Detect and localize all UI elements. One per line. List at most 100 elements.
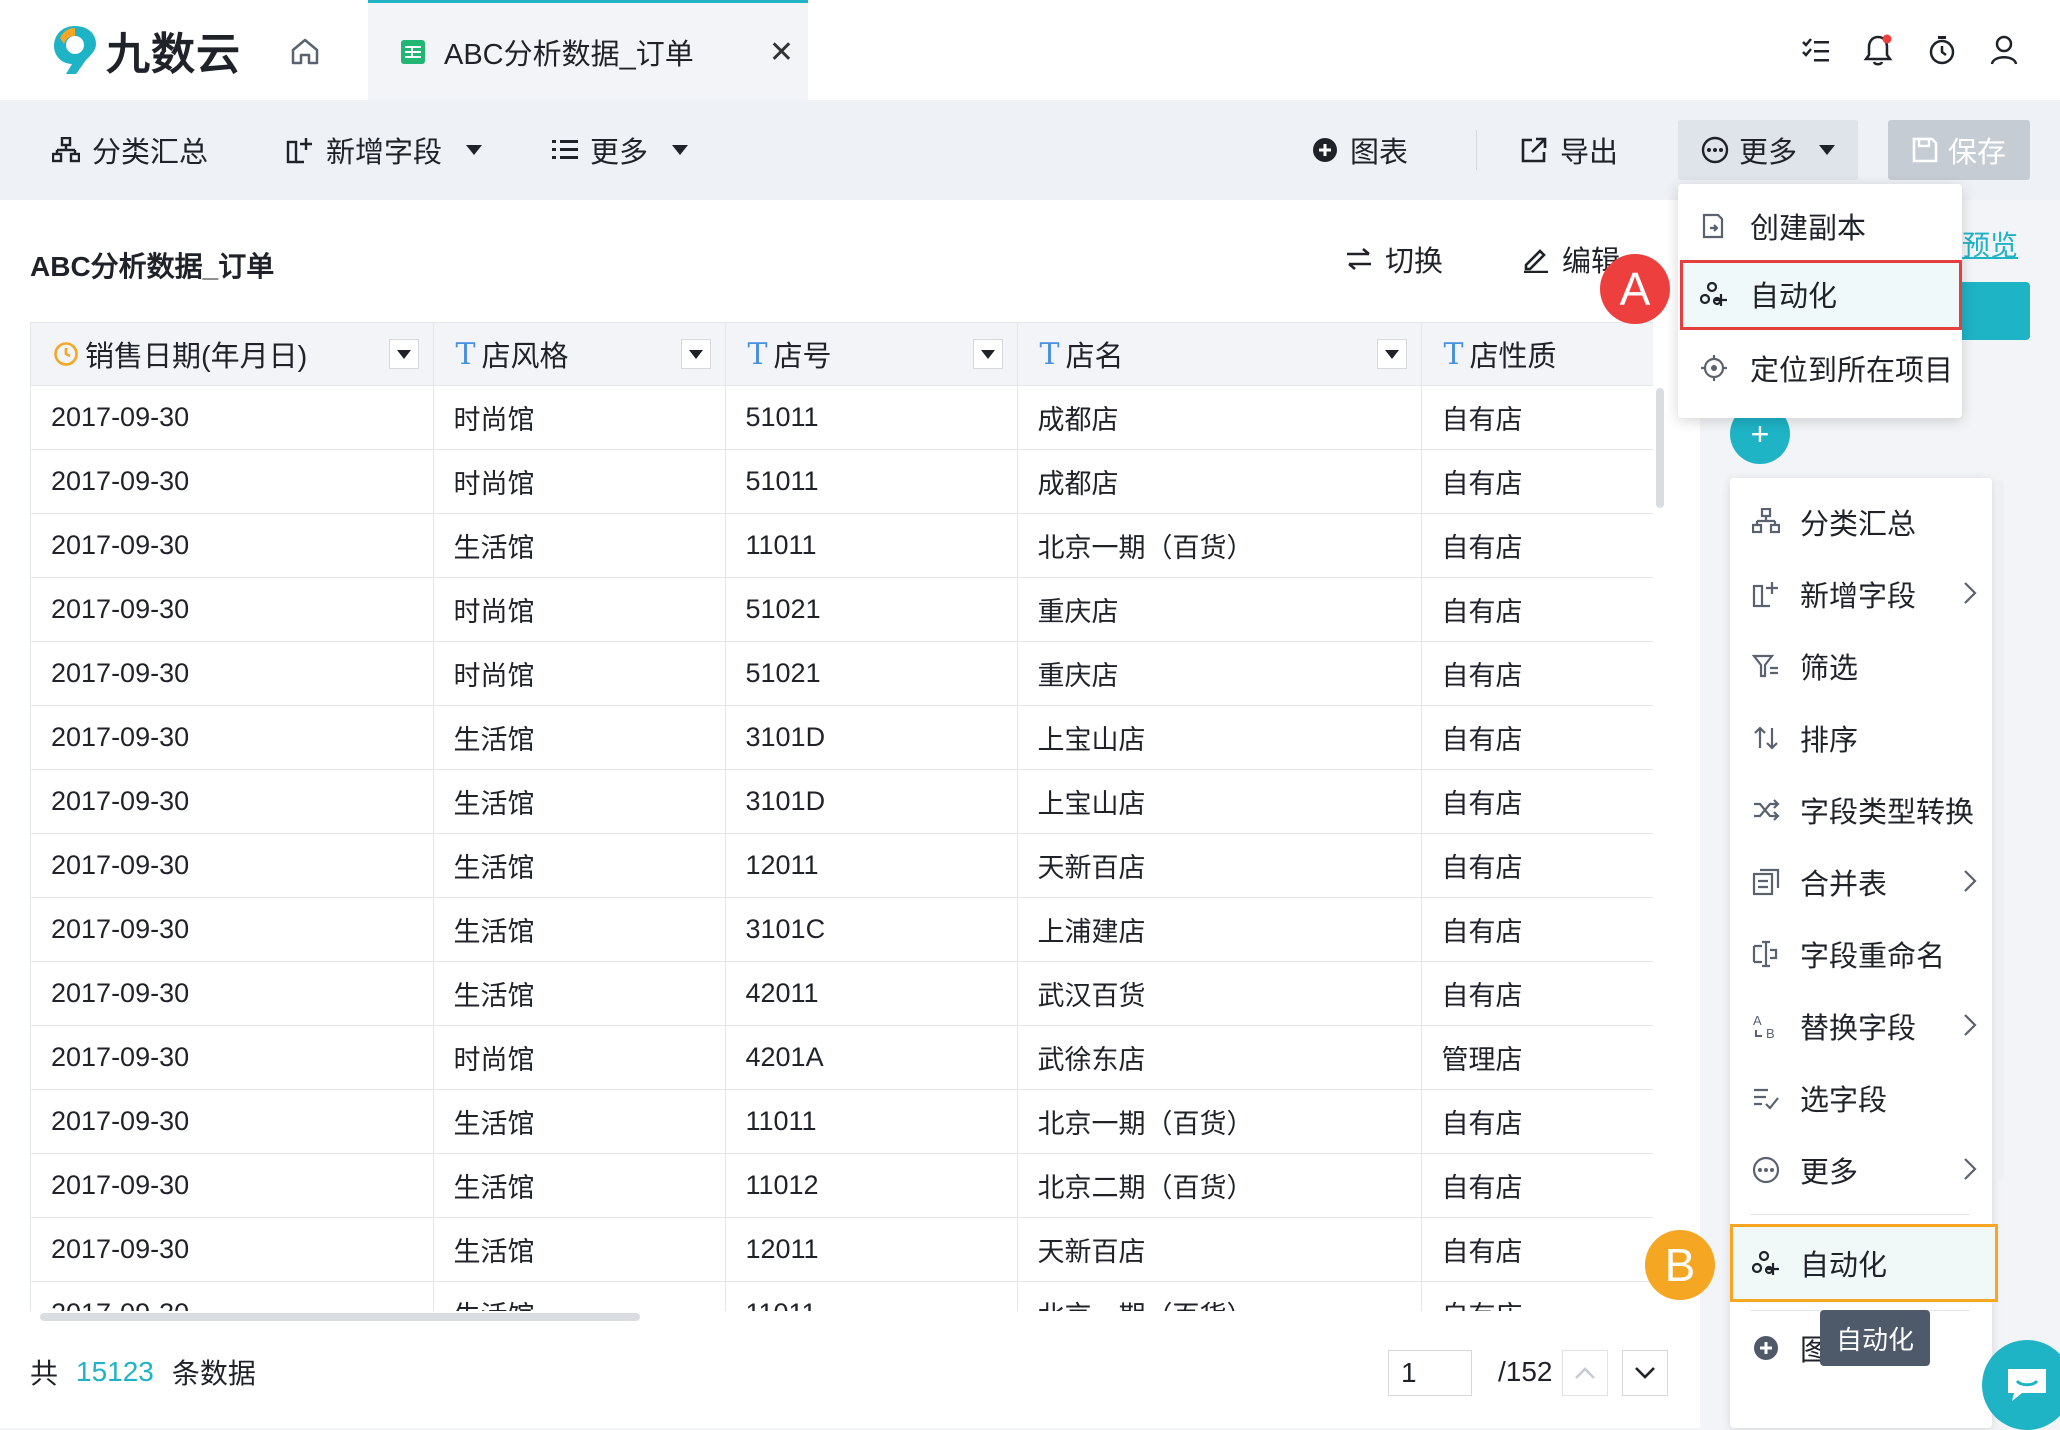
table-cell[interactable]: 自有店 — [1421, 897, 1653, 962]
table-cell[interactable]: 2017-09-30 — [31, 1153, 434, 1218]
table-cell[interactable]: 北京一期（百货） — [1017, 1281, 1422, 1311]
table-cell[interactable]: 武徐东店 — [1017, 1025, 1422, 1090]
table-row[interactable]: 2017-09-30 生活馆 42011 武汉百货 自有店 — [31, 961, 1653, 1026]
table-cell[interactable]: 时尚馆 — [433, 449, 726, 514]
menu-item-automation[interactable]: 自动化 — [1700, 262, 1837, 326]
preview-link[interactable]: 预览 — [1962, 224, 2018, 264]
table-cell[interactable]: 11012 — [725, 1153, 1018, 1218]
more-menu-left[interactable]: 更多 — [552, 100, 689, 200]
table-cell[interactable]: 11011 — [725, 513, 1018, 578]
side-item-select-field[interactable]: 选字段 — [1752, 1068, 1982, 1128]
side-item-more[interactable]: 更多 — [1752, 1140, 1982, 1200]
table-cell[interactable]: 2017-09-30 — [31, 1025, 434, 1090]
bell-icon[interactable] — [1858, 30, 1898, 70]
group-summary-button[interactable]: 分类汇总 — [52, 100, 208, 200]
table-cell[interactable]: 生活馆 — [433, 1217, 726, 1282]
menu-item-locate-project[interactable]: 定位到所在项目 — [1700, 336, 1953, 400]
table-cell[interactable]: 管理店 — [1421, 1025, 1653, 1090]
chart-button[interactable]: 图表 — [1312, 100, 1408, 200]
table-cell[interactable]: 2017-09-30 — [31, 449, 434, 514]
column-header-store-type[interactable]: T 店性质 — [1421, 323, 1653, 386]
export-button[interactable]: 导出 — [1520, 100, 1618, 200]
table-cell[interactable]: 51011 — [725, 385, 1018, 450]
page-next-button[interactable] — [1622, 1350, 1668, 1396]
table-cell[interactable]: 51021 — [725, 577, 1018, 642]
column-header-store-name[interactable]: T 店名 — [1017, 323, 1422, 386]
column-header-store-style[interactable]: T 店风格 — [433, 323, 726, 386]
table-cell[interactable]: 自有店 — [1421, 1281, 1653, 1311]
table-row[interactable]: 2017-09-30 时尚馆 4201A 武徐东店 管理店 — [31, 1025, 1653, 1090]
user-icon[interactable] — [1984, 30, 2024, 70]
tab-document[interactable]: ABC分析数据_订单 ✕ — [368, 0, 808, 100]
table-cell[interactable]: 11011 — [725, 1089, 1018, 1154]
side-item-merge-table[interactable]: 合并表 — [1752, 852, 1982, 912]
table-cell[interactable]: 2017-09-30 — [31, 1089, 434, 1154]
add-field-button[interactable]: 新增字段 — [286, 100, 483, 200]
page-number-input[interactable]: 1 — [1388, 1350, 1472, 1396]
table-cell[interactable]: 3101D — [725, 769, 1018, 834]
table-cell[interactable]: 成都店 — [1017, 385, 1422, 450]
table-cell[interactable]: 2017-09-30 — [31, 577, 434, 642]
table-cell[interactable]: 自有店 — [1421, 641, 1653, 706]
table-cell[interactable]: 自有店 — [1421, 961, 1653, 1026]
table-cell[interactable]: 天新百店 — [1017, 1217, 1422, 1282]
side-item-rename[interactable]: 字段重命名 — [1752, 924, 1982, 984]
side-item-add-field[interactable]: 新增字段 — [1752, 564, 1982, 624]
table-cell[interactable]: 2017-09-30 — [31, 385, 434, 450]
table-cell[interactable]: 时尚馆 — [433, 1025, 726, 1090]
table-row[interactable]: 2017-09-30 时尚馆 51021 重庆店 自有店 — [31, 577, 1653, 642]
side-item-filter[interactable]: 筛选 — [1752, 636, 1982, 696]
table-cell[interactable]: 重庆店 — [1017, 577, 1422, 642]
table-row[interactable]: 2017-09-30 生活馆 3101C 上浦建店 自有店 — [31, 897, 1653, 962]
table-cell[interactable]: 3101C — [725, 897, 1018, 962]
table-row[interactable]: 2017-09-30 生活馆 12011 天新百店 自有店 — [31, 1217, 1653, 1282]
table-cell[interactable]: 生活馆 — [433, 833, 726, 898]
table-cell[interactable]: 2017-09-30 — [31, 705, 434, 770]
side-item-automation[interactable]: 自动化 — [1752, 1233, 1982, 1293]
column-dropdown-button[interactable] — [972, 339, 1003, 369]
table-cell[interactable]: 51021 — [725, 641, 1018, 706]
table-cell[interactable]: 2017-09-30 — [31, 769, 434, 834]
side-menu-scrollbar[interactable] — [1996, 480, 2004, 1180]
side-item-sort[interactable]: 排序 — [1752, 708, 1982, 768]
table-cell[interactable]: 12011 — [725, 1217, 1018, 1282]
table-cell[interactable]: 2017-09-30 — [31, 1217, 434, 1282]
table-cell[interactable]: 自有店 — [1421, 769, 1653, 834]
table-cell[interactable]: 生活馆 — [433, 513, 726, 578]
table-cell[interactable]: 自有店 — [1421, 577, 1653, 642]
table-cell[interactable]: 42011 — [725, 961, 1018, 1026]
table-row[interactable]: 2017-09-30生活馆11011北京一期（百货）自有店 — [31, 1281, 1653, 1311]
table-cell[interactable]: 生活馆 — [433, 961, 726, 1026]
table-cell[interactable]: 上宝山店 — [1017, 769, 1422, 834]
table-cell[interactable]: 51011 — [725, 449, 1018, 514]
table-cell[interactable]: 2017-09-30 — [31, 897, 434, 962]
table-row[interactable]: 2017-09-30 生活馆 11012 北京二期（百货） 自有店 — [31, 1153, 1653, 1218]
table-cell[interactable]: 自有店 — [1421, 1217, 1653, 1282]
save-button[interactable]: 保存 — [1888, 120, 2030, 180]
table-cell[interactable]: 3101D — [725, 705, 1018, 770]
table-row[interactable]: 2017-09-30生活馆11011北京一期（百货）自有店 — [31, 1089, 1653, 1154]
table-cell[interactable]: 2017-09-30 — [31, 641, 434, 706]
column-dropdown-button[interactable] — [680, 339, 711, 369]
table-cell[interactable]: 时尚馆 — [433, 385, 726, 450]
table-cell[interactable]: 上宝山店 — [1017, 705, 1422, 770]
menu-item-create-copy[interactable]: 创建副本 — [1700, 194, 1866, 258]
table-cell[interactable]: 生活馆 — [433, 1153, 726, 1218]
table-row[interactable]: 2017-09-30 时尚馆 51011 成都店 自有店 — [31, 385, 1653, 450]
table-row[interactable]: 2017-09-30 生活馆 3101D 上宝山店 自有店 — [31, 769, 1653, 834]
vertical-scrollbar[interactable] — [1656, 388, 1664, 508]
table-cell[interactable]: 生活馆 — [433, 769, 726, 834]
task-list-icon[interactable] — [1796, 30, 1836, 70]
side-item-group-summary[interactable]: 分类汇总 — [1752, 492, 1982, 552]
page-prev-button[interactable] — [1562, 1350, 1608, 1396]
table-cell[interactable]: 2017-09-30 — [31, 833, 434, 898]
table-cell[interactable]: 自有店 — [1421, 705, 1653, 770]
table-cell[interactable]: 2017-09-30 — [31, 1281, 434, 1311]
table-cell[interactable]: 自有店 — [1421, 513, 1653, 578]
table-cell[interactable]: 成都店 — [1017, 449, 1422, 514]
table-cell[interactable]: 北京一期（百货） — [1017, 513, 1422, 578]
timer-icon[interactable] — [1922, 30, 1962, 70]
table-cell[interactable]: 自有店 — [1421, 385, 1653, 450]
table-row[interactable]: 2017-09-30 生活馆 3101D 上宝山店 自有店 — [31, 705, 1653, 770]
table-cell[interactable]: 天新百店 — [1017, 833, 1422, 898]
